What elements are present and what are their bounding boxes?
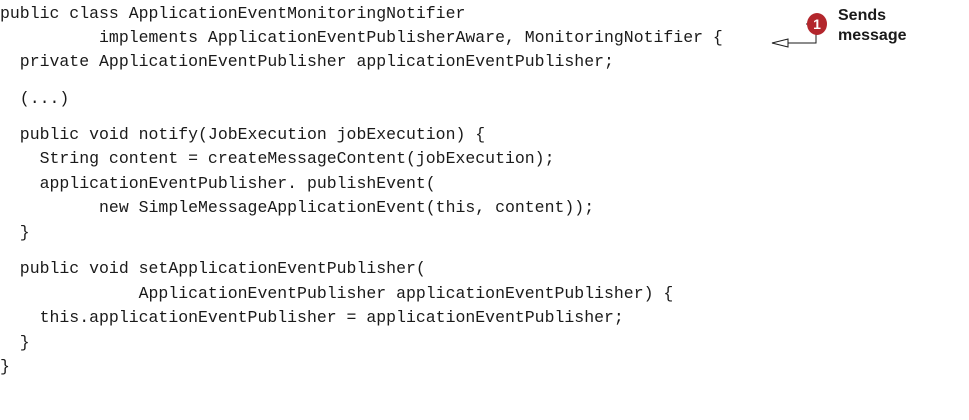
annotation-number-badge: 1	[807, 13, 827, 35]
annotation-line-2: message	[838, 27, 907, 44]
callout-arrow	[771, 23, 817, 48]
annotation-text: Sends message	[838, 6, 907, 46]
annotation-line-1: Sends	[838, 7, 887, 24]
